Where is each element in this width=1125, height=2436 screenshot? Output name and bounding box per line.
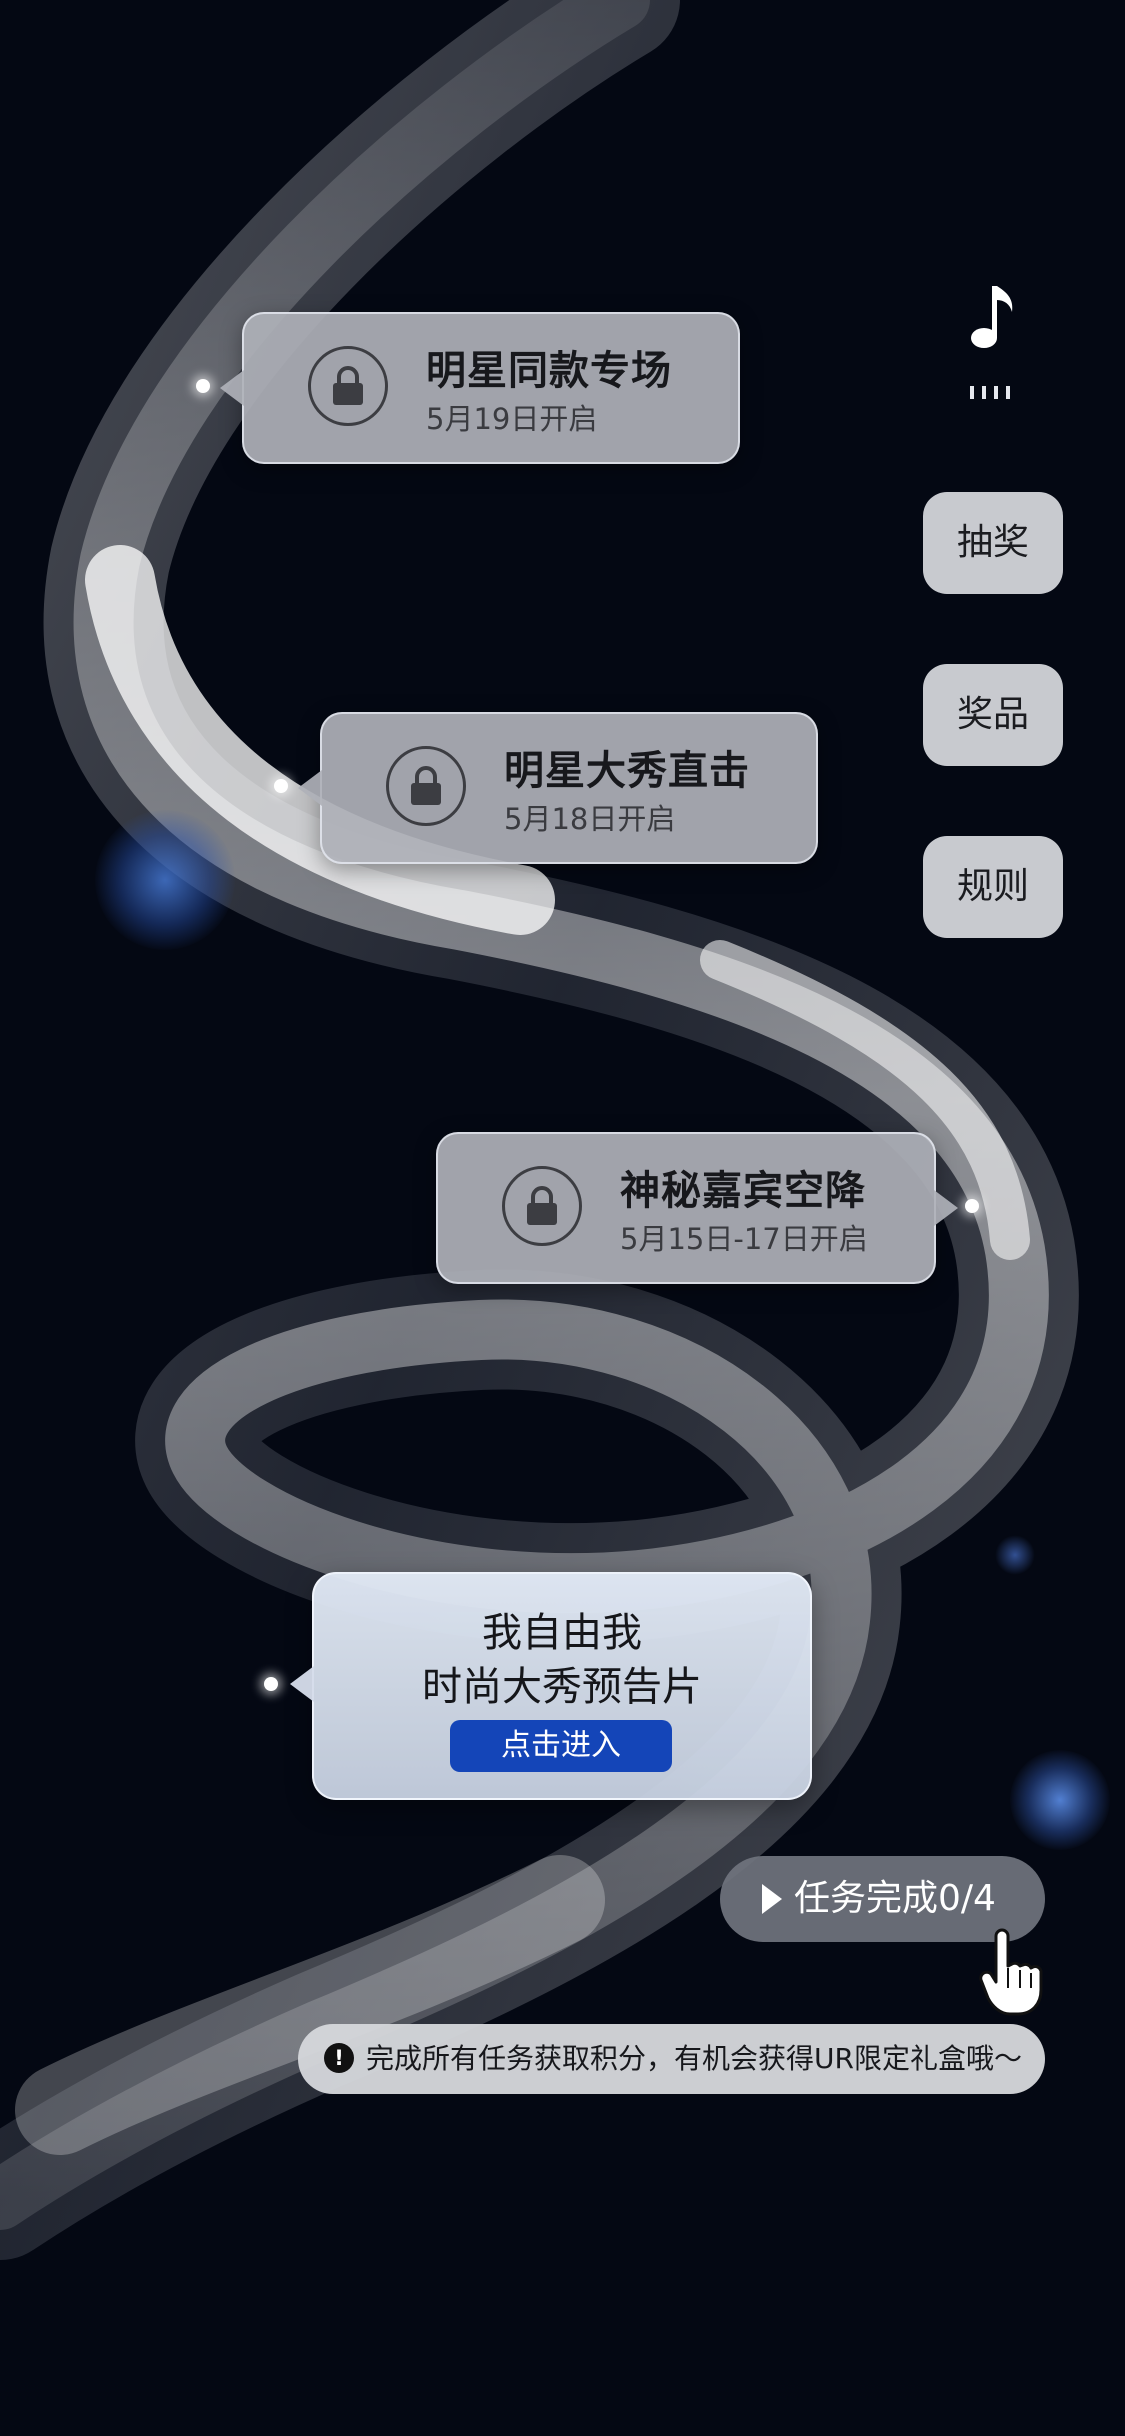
- alert-icon: !: [324, 2043, 354, 2073]
- lock-icon: [502, 1166, 582, 1246]
- bubble-tail: [298, 770, 322, 806]
- task-progress-label: 任务完成0/4: [794, 1878, 996, 1919]
- milestone-title: 明星大秀直击: [504, 748, 750, 794]
- bubble-tail: [220, 370, 244, 406]
- rules-button[interactable]: 规则: [923, 836, 1063, 938]
- timeline-dot: [965, 1199, 979, 1213]
- milestone-card-mystery-guest[interactable]: 神秘嘉宾空降 5月15日-17日开启: [436, 1132, 958, 1284]
- milestone-card-star-show[interactable]: 明星大秀直击 5月18日开启: [298, 712, 818, 864]
- notice-text: 完成所有任务获取积分，有机会获得UR限定礼盒哦～: [366, 2042, 1022, 2075]
- lock-icon: [308, 346, 388, 426]
- milestone-title: 明星同款专场: [426, 348, 672, 394]
- timeline-dot: [264, 1677, 278, 1691]
- play-icon: [762, 1884, 782, 1914]
- bubble-tail: [290, 1666, 314, 1702]
- pointer-hand-icon: [978, 1928, 1048, 2018]
- trailer-title: 时尚大秀预告片: [422, 1664, 702, 1710]
- milestone-title: 神秘嘉宾空降: [620, 1168, 866, 1214]
- task-notice: ! 完成所有任务获取积分，有机会获得UR限定礼盒哦～: [298, 2024, 1045, 2094]
- event-page: 明星同款专场 5月19日开启 明星大秀直击 5月18日开启 神秘嘉宾空降 5月1…: [0, 0, 1125, 2436]
- prizes-button[interactable]: 奖品: [923, 664, 1063, 766]
- trailer-slogan: 我自由我: [482, 1610, 642, 1656]
- milestone-card-star-style[interactable]: 明星同款专场 5月19日开启: [220, 312, 740, 464]
- milestone-date: 5月19日开启: [426, 402, 598, 436]
- blue-glow: [1010, 1750, 1110, 1850]
- blue-glow: [995, 1535, 1035, 1575]
- blue-glow: [95, 810, 235, 950]
- milestone-date: 5月15日-17日开启: [620, 1222, 868, 1256]
- bubble-tail: [934, 1190, 958, 1226]
- sound-wave-icon: [970, 386, 1010, 399]
- enter-button[interactable]: 点击进入: [450, 1720, 672, 1772]
- trailer-card[interactable]: 我自由我 时尚大秀预告片 点击进入: [290, 1572, 812, 1800]
- lottery-button[interactable]: 抽奖: [923, 492, 1063, 594]
- timeline-dot: [196, 379, 210, 393]
- timeline-dot: [274, 779, 288, 793]
- milestone-date: 5月18日开启: [504, 802, 676, 836]
- music-note-icon[interactable]: [968, 282, 1018, 352]
- lock-icon: [386, 746, 466, 826]
